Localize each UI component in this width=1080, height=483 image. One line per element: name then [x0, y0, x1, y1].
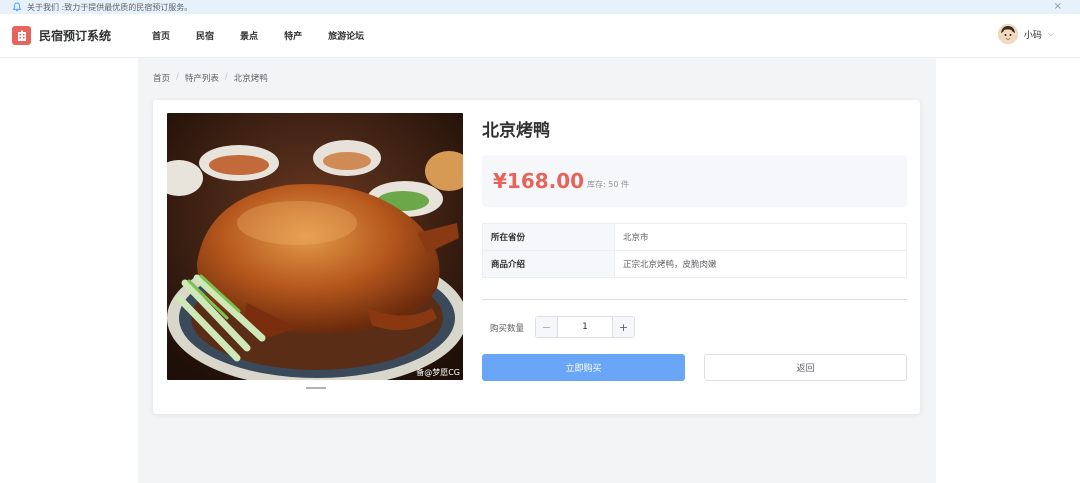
carousel-indicator[interactable] — [306, 387, 326, 389]
divider — [482, 299, 907, 300]
quantity-input[interactable]: 1 — [558, 317, 612, 337]
main-menu: 首页 民宿 景点 特产 旅游论坛 — [152, 29, 390, 42]
menu-item-attractions[interactable]: 景点 — [240, 29, 258, 42]
spec-key: 商品介绍 — [482, 250, 615, 278]
table-row: 商品介绍 正宗北京烤鸭，皮脆肉嫩 — [482, 250, 907, 278]
spec-value: 北京市 — [614, 223, 907, 251]
top-nav: 民宿预订系统 首页 民宿 景点 特产 旅游论坛 小码 ⌵ — [0, 14, 1080, 58]
menu-item-forum[interactable]: 旅游论坛 — [328, 29, 364, 42]
breadcrumb: 首页 / 特产列表 / 北京烤鸭 — [153, 72, 268, 84]
menu-item-specialties[interactable]: 特产 — [284, 29, 302, 42]
brand-title[interactable]: 民宿预订系统 — [39, 27, 111, 44]
image-watermark: 备@梦愿CG — [416, 368, 460, 377]
product-card: 备@梦愿CG 北京烤鸭 ¥168.00 库存: 50 件 所在省份 北京市 商品… — [153, 100, 920, 414]
spec-table: 所在省份 北京市 商品介绍 正宗北京烤鸭，皮脆肉嫩 — [482, 223, 907, 278]
menu-item-home[interactable]: 首页 — [152, 29, 170, 42]
product-image: 备@梦愿CG — [167, 113, 463, 380]
product-stock: 库存: 50 件 — [587, 180, 629, 189]
breadcrumb-separator: / — [176, 72, 179, 82]
table-row: 所在省份 北京市 — [482, 223, 907, 251]
product-title: 北京烤鸭 — [482, 121, 550, 141]
increase-button[interactable]: + — [612, 317, 634, 337]
breadcrumb-current: 北京烤鸭 — [233, 74, 268, 84]
chevron-down-icon[interactable]: ⌵ — [1048, 29, 1054, 39]
notice-bar: 关于我们 :致力于提供最优质的民宿预订服务。 × — [0, 0, 1080, 14]
menu-item-homestay[interactable]: 民宿 — [196, 29, 214, 42]
avatar[interactable] — [997, 24, 1018, 44]
back-button[interactable]: 返回 — [704, 354, 907, 381]
user-name[interactable]: 小码 — [1024, 28, 1042, 41]
buy-now-button[interactable]: 立即购买 — [482, 354, 685, 381]
logo-icon — [12, 26, 31, 45]
spec-key: 所在省份 — [482, 223, 615, 251]
breadcrumb-separator: / — [224, 72, 228, 82]
quantity-label: 购买数量 — [490, 324, 525, 334]
product-price: ¥168.00 — [493, 169, 585, 193]
bell-icon — [12, 2, 22, 12]
price-box: ¥168.00 库存: 50 件 — [482, 155, 907, 207]
close-icon[interactable]: × — [1054, 0, 1062, 14]
spec-value: 正宗北京烤鸭，皮脆肉嫩 — [614, 250, 907, 278]
breadcrumb-specialty-list[interactable]: 特产列表 — [185, 72, 219, 84]
breadcrumb-home[interactable]: 首页 — [153, 72, 170, 84]
user-menu[interactable]: 小码 ⌵ — [997, 24, 1054, 44]
decrease-button[interactable]: − — [536, 317, 558, 337]
notice-text: 关于我们 :致力于提供最优质的民宿预订服务。 — [27, 2, 193, 12]
quantity-stepper[interactable]: − 1 + — [535, 316, 635, 338]
